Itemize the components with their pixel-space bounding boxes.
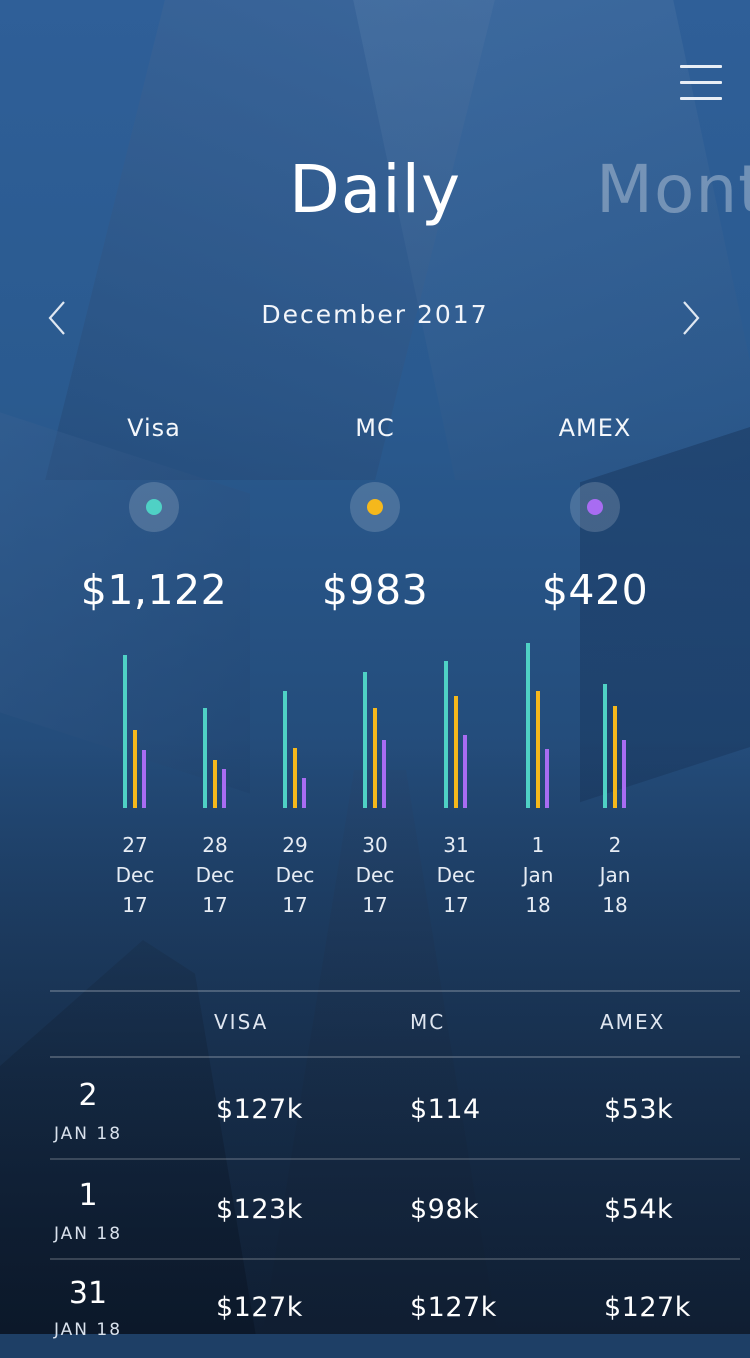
column-header-mc: MC — [410, 1010, 446, 1034]
tick-label-day: 31 — [443, 833, 469, 857]
cell-mc: $127k — [410, 1292, 497, 1323]
tick-label-month: Jan — [522, 863, 554, 887]
chart-bars — [416, 640, 496, 808]
row-day: 2 — [78, 1078, 98, 1113]
tick-label-month: Dec — [115, 863, 155, 887]
table-row[interactable]: 1 JAN 18 $123k $98k $54k — [50, 1158, 740, 1260]
bar-visa — [283, 691, 287, 808]
chart-bars — [255, 640, 335, 808]
tick-label-day: 28 — [202, 833, 228, 857]
bar-mc — [373, 708, 377, 808]
tick-label: 27 Dec 17 — [95, 830, 175, 920]
bar-amex — [302, 778, 306, 808]
tick-label-year: 17 — [202, 893, 228, 917]
tick-label: 1 Jan 18 — [498, 830, 578, 920]
bar-amex — [142, 750, 146, 808]
tick-label-month: Dec — [195, 863, 235, 887]
tick-label: 2 Jan 18 — [575, 830, 655, 920]
dot-icon — [570, 482, 620, 532]
dot-icon — [350, 482, 400, 532]
card-amount: $420 — [541, 566, 649, 614]
chart-bars — [575, 640, 655, 808]
column-header-visa: VISA — [214, 1010, 269, 1034]
month-label: December 2017 — [261, 300, 489, 329]
tick-label: 30 Dec 17 — [335, 830, 415, 920]
card-amount: $983 — [321, 566, 429, 614]
tick-label-year: 18 — [525, 893, 551, 917]
cell-amex: $54k — [604, 1194, 674, 1225]
row-month: JAN 18 — [53, 1320, 123, 1340]
bar-mc — [133, 730, 137, 808]
bar-visa — [363, 672, 367, 808]
bar-visa — [603, 684, 607, 808]
tick-label-year: 17 — [282, 893, 308, 917]
bar-amex — [545, 749, 549, 808]
tick-label-month: Dec — [355, 863, 395, 887]
row-day: 31 — [68, 1276, 108, 1311]
dot-icon — [129, 482, 179, 532]
bar-mc — [454, 696, 458, 808]
cell-visa: $127k — [216, 1292, 303, 1323]
bar-amex — [463, 735, 467, 808]
row-day: 1 — [78, 1178, 98, 1213]
tick-label-day: 2 — [608, 833, 622, 857]
cell-amex: $53k — [604, 1094, 674, 1125]
bar-visa — [203, 708, 207, 808]
tick-label: 29 Dec 17 — [255, 830, 335, 920]
cell-amex: $127k — [604, 1292, 691, 1323]
card-amex[interactable]: AMEX $420 — [475, 410, 715, 618]
table-header: VISA MC AMEX — [50, 990, 740, 1058]
bar-mc — [536, 691, 540, 808]
tick-label-year: 17 — [443, 893, 469, 917]
bar-amex — [622, 740, 626, 808]
tick-label-month: Dec — [436, 863, 476, 887]
chart-bars — [95, 640, 175, 808]
bar-visa — [526, 643, 530, 808]
chart-bars — [498, 640, 578, 808]
chevron-right-icon[interactable] — [676, 298, 716, 338]
tick-label: 31 Dec 17 — [416, 830, 496, 920]
row-month: JAN 18 — [53, 1224, 123, 1244]
chart-bars — [175, 640, 255, 808]
bar-amex — [382, 740, 386, 808]
hamburger-icon[interactable] — [680, 64, 722, 102]
tick-label-day: 29 — [282, 833, 308, 857]
tick-label-month: Dec — [275, 863, 315, 887]
tab-monthly[interactable]: Month — [596, 150, 750, 230]
screen: Daily Month December 2017 Visa $1,122 MC… — [0, 0, 750, 1340]
card-amount: $1,122 — [80, 566, 228, 614]
tick-label-day: 30 — [362, 833, 388, 857]
tick-label-day: 1 — [531, 833, 545, 857]
row-month: JAN 18 — [53, 1124, 123, 1144]
tick-label-year: 18 — [602, 893, 628, 917]
tick-label: 28 Dec 17 — [175, 830, 255, 920]
card-name: MC — [355, 414, 395, 442]
tick-label-year: 17 — [362, 893, 388, 917]
card-name: AMEX — [558, 414, 632, 442]
card-mc[interactable]: MC $983 — [255, 410, 495, 618]
table-row[interactable]: 2 JAN 18 $127k $114 $53k — [50, 1058, 740, 1160]
bar-visa — [123, 655, 127, 808]
cell-mc: $98k — [410, 1194, 480, 1225]
column-header-amex: AMEX — [600, 1010, 666, 1034]
cell-visa: $123k — [216, 1194, 303, 1225]
bar-mc — [613, 706, 617, 808]
card-visa[interactable]: Visa $1,122 — [34, 410, 274, 618]
tick-label-day: 27 — [122, 833, 148, 857]
chart-bars — [335, 640, 415, 808]
cell-mc: $114 — [410, 1094, 481, 1125]
tick-label-month: Jan — [599, 863, 631, 887]
cell-visa: $127k — [216, 1094, 303, 1125]
bar-visa — [444, 661, 448, 808]
bar-amex — [222, 769, 226, 808]
table-row[interactable]: 31 JAN 18 $127k $127k $127k — [50, 1258, 740, 1358]
card-name: Visa — [127, 414, 181, 442]
tick-label-year: 17 — [122, 893, 148, 917]
bar-mc — [293, 748, 297, 808]
bar-mc — [213, 760, 217, 808]
